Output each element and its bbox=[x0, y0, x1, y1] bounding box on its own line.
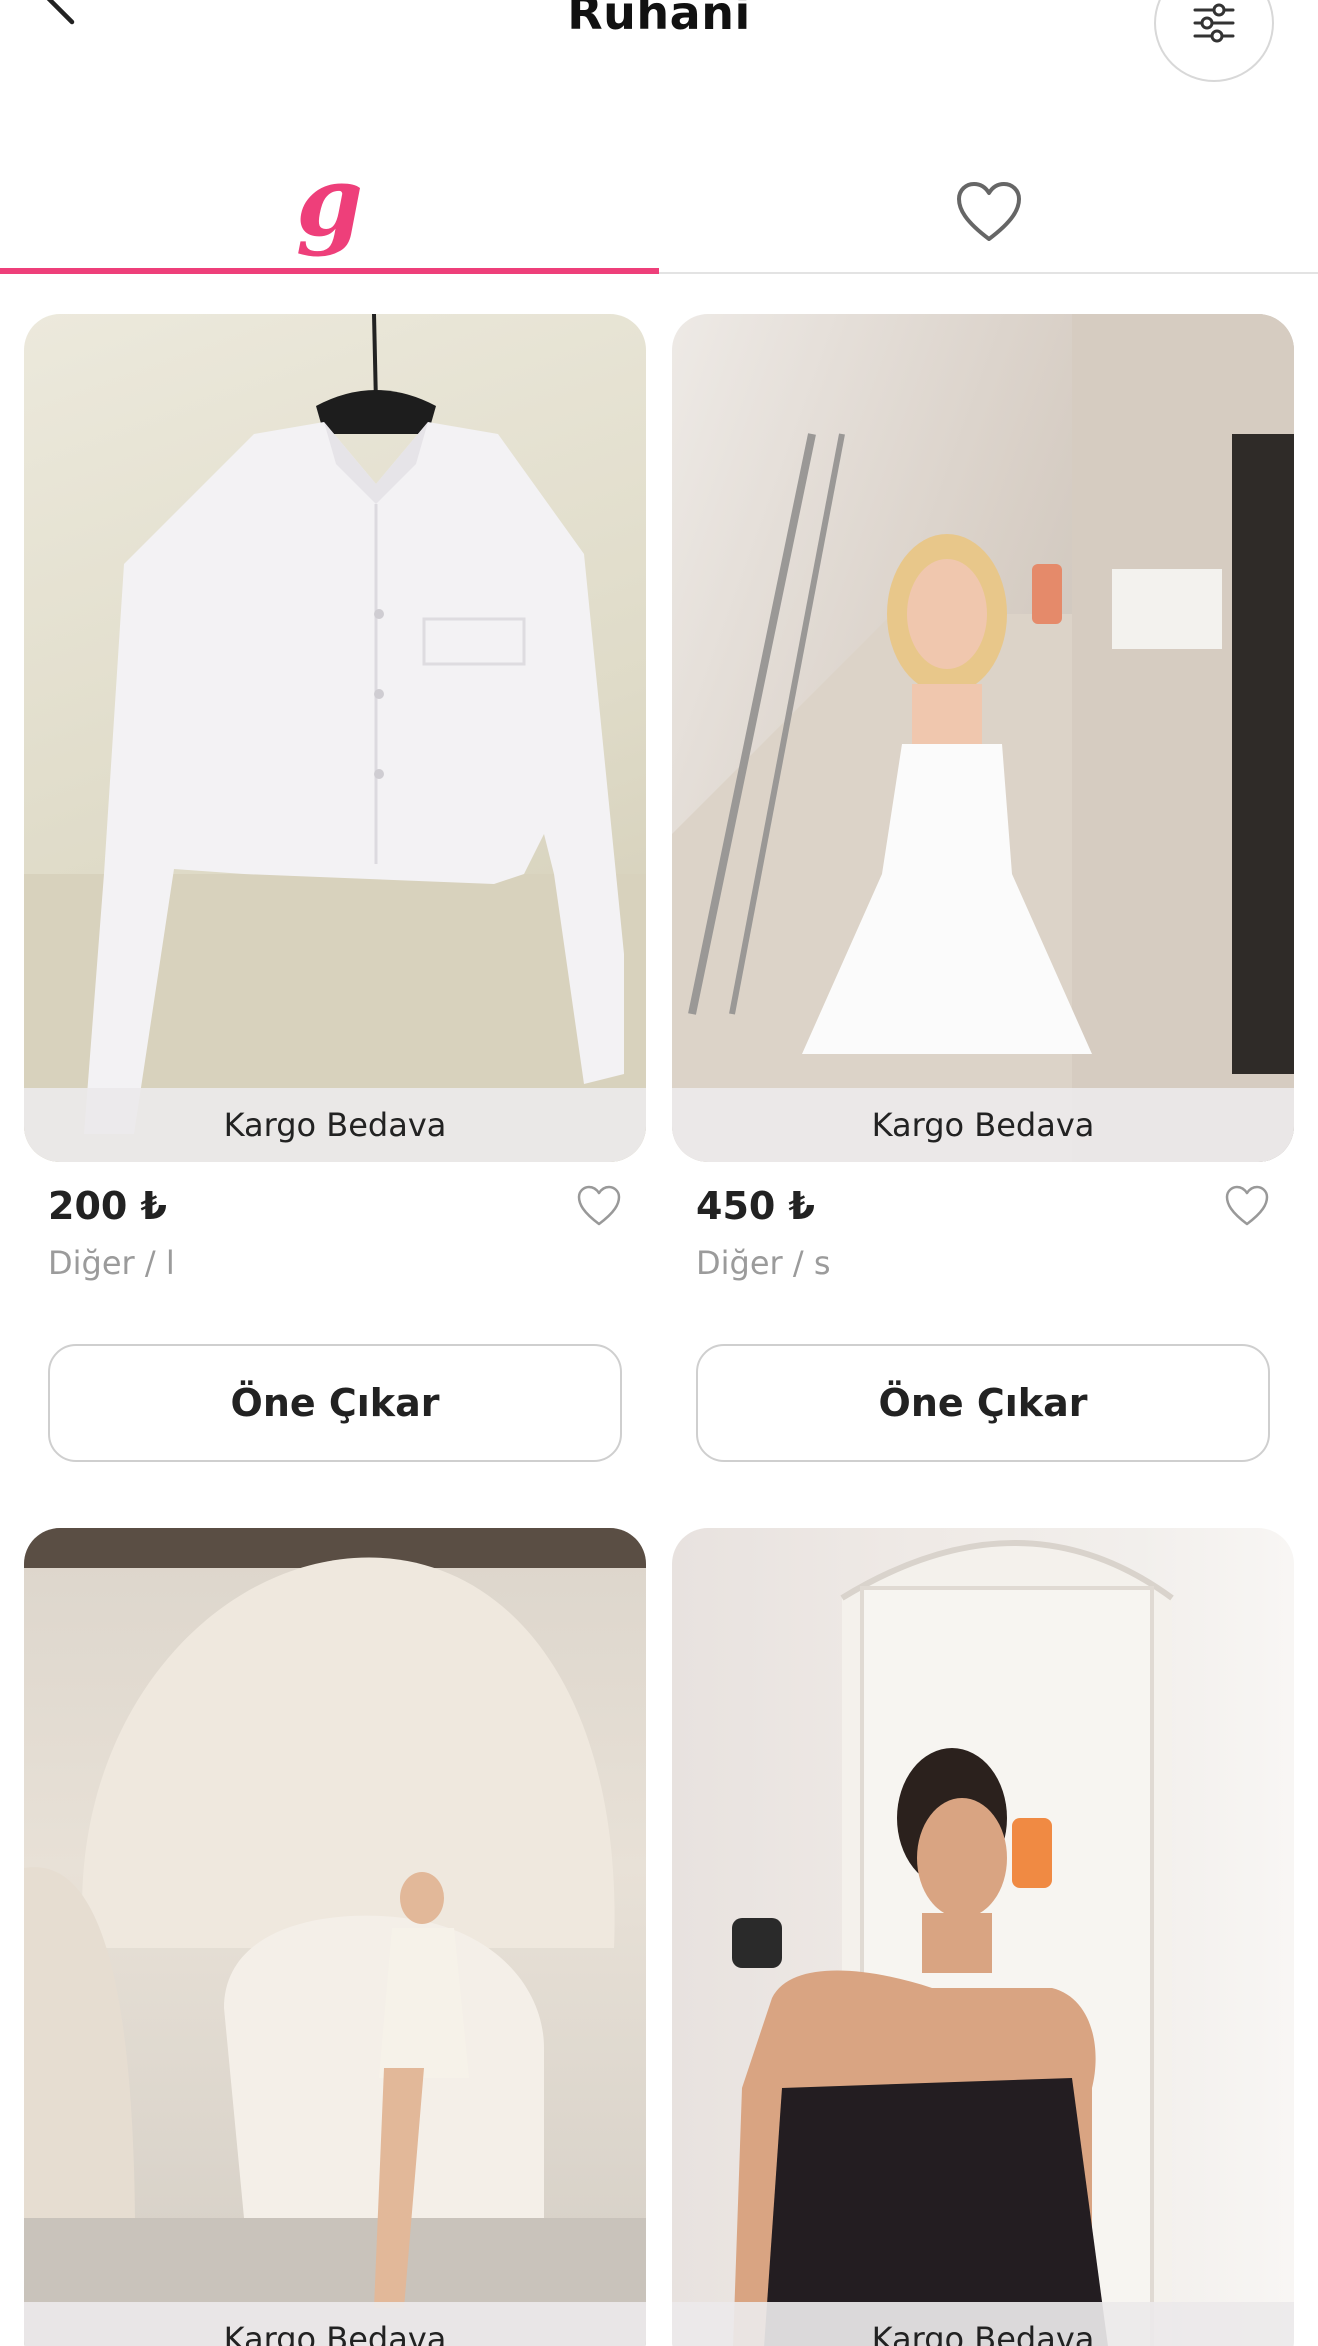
product-card[interactable]: Kargo Bedava 200 ₺ Diğer / l Öne Çıkar bbox=[24, 314, 646, 1462]
brand-logo-icon: g bbox=[295, 145, 364, 258]
filter-button[interactable] bbox=[1154, 0, 1274, 82]
product-card[interactable]: Kargo Bedava bbox=[672, 1528, 1294, 2346]
dress-selfie-illustration bbox=[672, 314, 1294, 1162]
heart-outline-icon[interactable] bbox=[576, 1184, 622, 1228]
price-row: 200 ₺ bbox=[24, 1184, 646, 1244]
shell-sculpture-illustration bbox=[24, 1528, 646, 2346]
product-card[interactable]: Kargo Bedava bbox=[24, 1528, 646, 2346]
shipping-badge: Kargo Bedava bbox=[672, 1088, 1294, 1162]
price: 450 ₺ bbox=[696, 1184, 815, 1228]
shirt-illustration bbox=[24, 314, 646, 1162]
brand-size: Diğer / s bbox=[696, 1244, 831, 1282]
product-card[interactable]: Kargo Bedava 450 ₺ Diğer / s Öne Çıkar bbox=[672, 314, 1294, 1462]
screen: Ruhani g Kargo Bedava 200 ₺ Diğer / l Ön… bbox=[0, 0, 1318, 2346]
price-row: 450 ₺ bbox=[672, 1184, 1294, 1244]
price: 200 ₺ bbox=[48, 1184, 167, 1228]
shipping-badge: Kargo Bedava bbox=[24, 1088, 646, 1162]
heart-outline-icon bbox=[956, 182, 1021, 241]
product-photo[interactable]: Kargo Bedava bbox=[672, 314, 1294, 1162]
promote-button[interactable]: Öne Çıkar bbox=[48, 1344, 622, 1462]
tab-favorites[interactable] bbox=[659, 150, 1318, 274]
tab-listings[interactable]: g bbox=[0, 150, 659, 274]
black-dress-selfie-illustration bbox=[732, 1540, 1174, 2346]
shipping-badge: Kargo Bedava bbox=[672, 2302, 1294, 2346]
brand-size: Diğer / l bbox=[48, 1244, 175, 1282]
tab-bar: g bbox=[0, 150, 1318, 274]
product-photo[interactable]: Kargo Bedava bbox=[24, 314, 646, 1162]
heart-outline-icon[interactable] bbox=[1224, 1184, 1270, 1228]
top-bar: Ruhani bbox=[0, 0, 1318, 110]
product-photo[interactable]: Kargo Bedava bbox=[24, 1528, 646, 2346]
promote-button[interactable]: Öne Çıkar bbox=[696, 1344, 1270, 1462]
shipping-badge: Kargo Bedava bbox=[24, 2302, 646, 2346]
active-tab-indicator bbox=[0, 268, 659, 274]
sliders-icon bbox=[1193, 3, 1235, 43]
page-title: Ruhani bbox=[567, 0, 751, 40]
product-photo[interactable]: Kargo Bedava bbox=[672, 1528, 1294, 2346]
